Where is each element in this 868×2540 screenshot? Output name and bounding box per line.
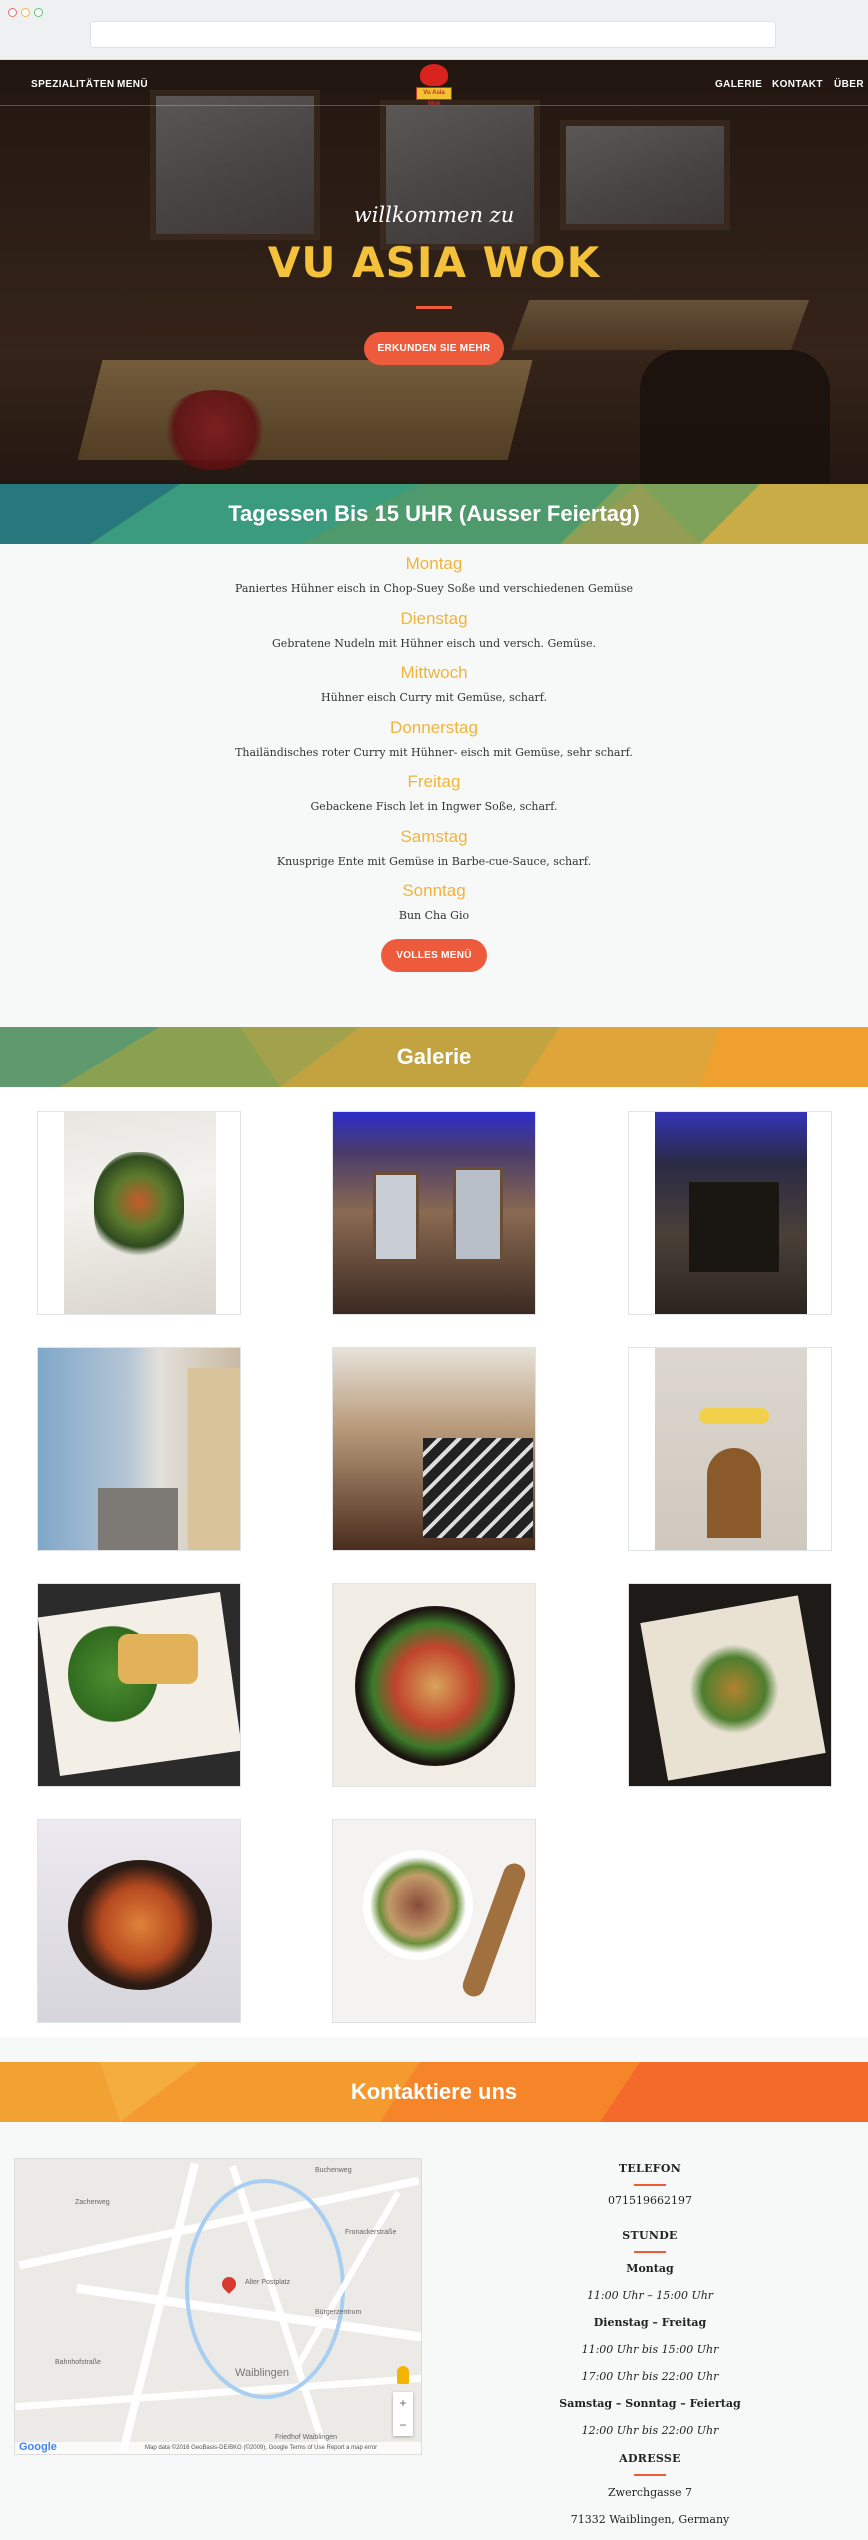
dish-text: Hühner eisch Curry mit Gemüse, scharf. xyxy=(321,691,547,704)
hours-day: Samstag – Sonntag – Feiertag xyxy=(559,2397,741,2410)
gallery-photo-clay-pot[interactable] xyxy=(37,1819,241,2023)
gallery-grid xyxy=(0,1087,868,2037)
dish-text: Gebratene Nudeln mit Hühner eisch und ve… xyxy=(272,637,596,650)
map-label: Bürgerzentrum xyxy=(315,2309,362,2316)
nav-link-spezialitaeten[interactable]: SPEZIALITÄTEN xyxy=(31,79,115,90)
window-controls xyxy=(8,8,43,17)
page: SPEZIALITÄTEN MENÜ Vu Asia Wok GALERIE K… xyxy=(0,60,868,2540)
zoom-in-icon[interactable]: + xyxy=(393,2392,413,2414)
divider xyxy=(634,2251,666,2253)
gallery-heading: Galerie xyxy=(396,1044,472,1069)
hours-time: 17:00 Uhr bis 22:00 Uhr xyxy=(581,2370,719,2383)
day-label: Freitag xyxy=(407,772,461,791)
phone-label: TELEFON xyxy=(618,2162,682,2175)
nav-link-ueber[interactable]: ÜBER xyxy=(834,79,864,90)
restaurant-logo[interactable]: Vu Asia Wok xyxy=(414,62,454,107)
google-logo: Google xyxy=(19,2441,57,2453)
day-label: Donnerstag xyxy=(390,718,478,737)
hero-section: SPEZIALITÄTEN MENÜ Vu Asia Wok GALERIE K… xyxy=(0,60,868,484)
gallery-photo-interior-1[interactable] xyxy=(332,1111,536,1315)
nav-link-galerie[interactable]: GALERIE xyxy=(715,79,762,90)
map-label: Zacherweg xyxy=(75,2199,110,2206)
gallery-photo-entrance[interactable] xyxy=(628,1347,832,1551)
gallery-photo-street[interactable] xyxy=(37,1347,241,1551)
dish-text: Paniertes Hühner eisch in Chop-Suey Soße… xyxy=(234,582,634,595)
maximize-window-icon[interactable] xyxy=(34,8,43,17)
lunch-banner: Tagessen Bis 15 UHR (Ausser Feiertag) xyxy=(0,484,868,544)
hero-divider xyxy=(416,306,452,309)
day-label: Sonntag xyxy=(402,881,466,900)
day-label: Mittwoch xyxy=(400,663,468,682)
explore-more-button[interactable]: ERKUNDEN SIE MEHR xyxy=(364,332,504,365)
nav-link-menu[interactable]: MENÜ xyxy=(117,79,148,90)
day-label: Samstag xyxy=(400,827,468,846)
hours-label: STUNDE xyxy=(622,2229,678,2242)
contact-heading: Kontaktiere uns xyxy=(350,2079,518,2104)
browser-chrome xyxy=(0,0,868,60)
hours-time: 11:00 Uhr – 15:00 Uhr xyxy=(586,2289,714,2302)
nav-link-kontakt[interactable]: KONTAKT xyxy=(772,79,823,90)
map-zoom-control[interactable]: + − xyxy=(393,2392,413,2436)
map-label: Fronackerstraße xyxy=(345,2229,397,2236)
lunch-heading: Tagessen Bis 15 UHR (Ausser Feiertag) xyxy=(228,501,640,526)
map-label: Friedhof Waiblingen xyxy=(275,2434,337,2441)
dish-text: Bun Cha Gio xyxy=(398,909,470,922)
map-attribution: Map data ©2016 GeoBasis-DE/BKG (©2009), … xyxy=(15,2442,421,2454)
address-street: Zwerchgasse 7 xyxy=(608,2486,692,2499)
gallery-photo-food-plate[interactable] xyxy=(37,1111,241,1315)
gallery-photo-spring-rolls[interactable] xyxy=(37,1583,241,1787)
gallery-photo-rice-paper[interactable] xyxy=(628,1583,832,1787)
address-bar[interactable] xyxy=(90,21,776,48)
gallery-photo-stir-fry[interactable] xyxy=(332,1583,536,1787)
hours-time: 11:00 Uhr bis 15:00 Uhr xyxy=(581,2343,719,2356)
gallery-photo-tables[interactable] xyxy=(332,1347,536,1551)
google-map[interactable]: Zacherweg Bahnhofstraße Waiblingen Bürge… xyxy=(14,2158,422,2455)
address-label: ADRESSE xyxy=(619,2452,681,2465)
gallery-banner: Galerie xyxy=(0,1027,868,1087)
street-view-pegman-icon[interactable] xyxy=(397,2366,409,2384)
address-city: 71332 Waiblingen, Germany xyxy=(570,2513,730,2526)
phone-number[interactable]: 071519662197 xyxy=(500,2194,800,2207)
contact-banner: Kontaktiere uns xyxy=(0,2062,868,2122)
zoom-out-icon[interactable]: − xyxy=(393,2414,413,2436)
lunch-section: Tagessen Bis 15 UHR (Ausser Feiertag) Mo… xyxy=(0,484,868,922)
map-label: Waiblingen xyxy=(235,2367,290,2379)
divider xyxy=(634,2184,666,2186)
dish-text: Gebackene Fisch let in Ingwer Soße, scha… xyxy=(310,800,558,813)
hours-day: Montag xyxy=(626,2262,674,2275)
hours-time: 12:00 Uhr bis 22:00 Uhr xyxy=(581,2424,719,2437)
full-menu-button[interactable]: VOLLES MENÜ xyxy=(381,939,487,972)
logo-plate: Vu Asia Wok xyxy=(416,87,452,107)
minimize-window-icon[interactable] xyxy=(21,8,30,17)
gallery-photo-interior-2[interactable] xyxy=(628,1111,832,1315)
logo-text: Vu Asia Wok xyxy=(423,90,445,107)
hero-welcome: willkommen zu xyxy=(353,203,515,227)
gallery-photo-pho[interactable] xyxy=(332,1819,536,2023)
day-label: Dienstag xyxy=(400,609,468,628)
map-label: Bahnhofstraße xyxy=(55,2359,101,2366)
hours-day: Dienstag – Freitag xyxy=(593,2316,707,2329)
map-label: Buchenweg xyxy=(315,2167,352,2174)
close-window-icon[interactable] xyxy=(8,8,17,17)
wok-bowl-icon xyxy=(420,64,448,86)
map-label: Alter Postplatz xyxy=(245,2279,291,2286)
day-label: Montag xyxy=(405,554,463,573)
dish-text: Knusprige Ente mit Gemüse in Barbe-cue-S… xyxy=(276,855,592,868)
dish-text: Thailändisches roter Curry mit Hühner- e… xyxy=(235,746,633,759)
divider xyxy=(634,2474,666,2476)
hero-title: VU ASIA WOK xyxy=(267,238,601,287)
main-nav: SPEZIALITÄTEN MENÜ Vu Asia Wok GALERIE K… xyxy=(0,60,868,107)
